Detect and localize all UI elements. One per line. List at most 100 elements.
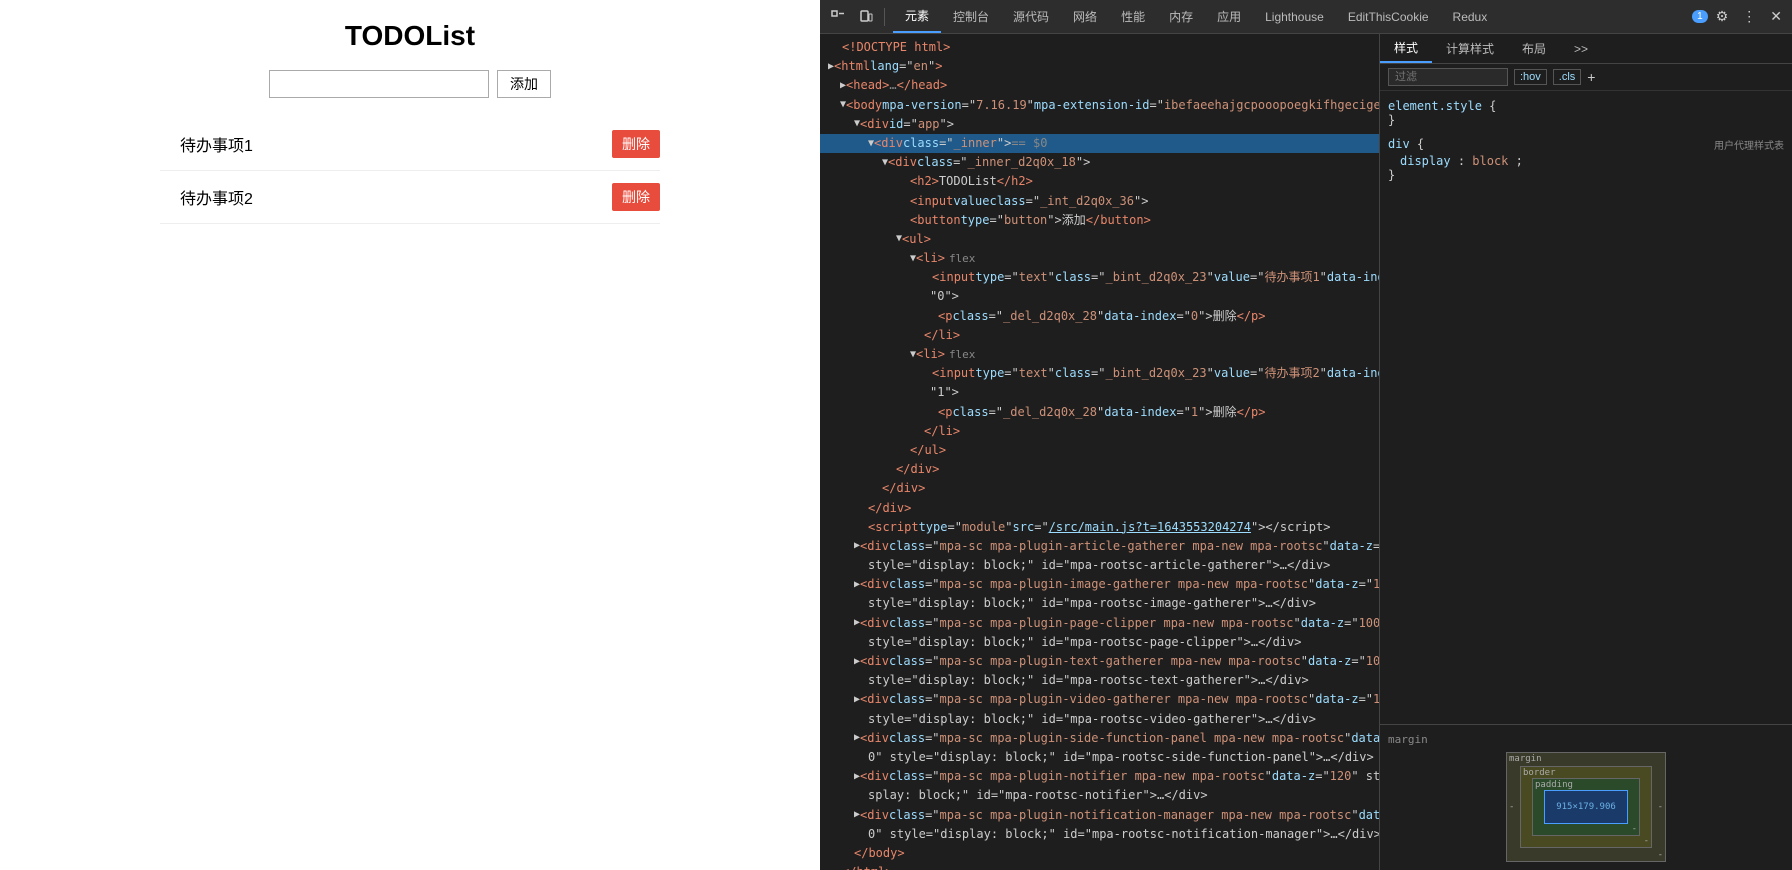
- app-panel: TODOList 添加 待办事项1 删除 待办事项2 删除: [0, 0, 820, 870]
- element-style-selector: element.style {: [1388, 99, 1784, 113]
- dom-line-mpa6[interactable]: ▶ <div class =" mpa-sc mpa-plugin-side-f…: [820, 729, 1379, 748]
- dom-line-body[interactable]: ▼ <body mpa-version =" 7.16.19 " mpa-ext…: [820, 96, 1379, 115]
- dom-line-ul[interactable]: ▼ <ul>: [820, 230, 1379, 249]
- add-button[interactable]: 添加: [497, 70, 551, 98]
- tab-lighthouse[interactable]: Lighthouse: [1253, 0, 1336, 33]
- styles-content: element.style { } div {: [1380, 91, 1792, 724]
- todo-input[interactable]: [269, 70, 489, 98]
- dom-line-div-inner[interactable]: ▼ <div class =" _inner "> == $0: [820, 134, 1379, 153]
- dom-line-div-inner2[interactable]: ▼ <div class =" _inner_d2q0x_18 ">: [820, 153, 1379, 172]
- todo-item-1: 待办事项1 删除: [160, 118, 660, 171]
- devtools-main: <!DOCTYPE html> ▶ <html lang =" en " > ▶…: [820, 34, 1792, 870]
- devtools-tabs: 元素 控制台 源代码 网络 性能 内存 应用 Lighthouse EditTh…: [893, 0, 1499, 33]
- tab-network[interactable]: 网络: [1061, 0, 1109, 33]
- dom-line-li1-input[interactable]: <input type =" text " class =" _bint_d2q…: [820, 268, 1379, 287]
- filter-hov-button[interactable]: :hov: [1514, 69, 1547, 85]
- filter-plus-button[interactable]: +: [1587, 69, 1595, 85]
- tab-console[interactable]: 控制台: [941, 0, 1001, 33]
- dom-line-input[interactable]: <input value class =" _int_d2q0x_36 ">: [820, 192, 1379, 211]
- settings-icon[interactable]: ⚙: [1710, 4, 1735, 29]
- div-rule-selector: div {: [1388, 137, 1424, 154]
- dom-line-li2-close: </li>: [820, 422, 1379, 441]
- todo-list: 待办事项1 删除 待办事项2 删除: [160, 118, 660, 224]
- dom-line-mpa8-style: 0" style="display: block;" id="mpa-roots…: [820, 825, 1379, 844]
- delete-button-1[interactable]: 删除: [612, 130, 660, 158]
- devtools-toolbar: 元素 控制台 源代码 网络 性能 内存 应用 Lighthouse EditTh…: [820, 0, 1792, 34]
- todo-item-2: 待办事项2 删除: [160, 171, 660, 224]
- dom-line-mpa3[interactable]: ▶ <div class =" mpa-sc mpa-plugin-page-c…: [820, 614, 1379, 633]
- dom-line-mpa4[interactable]: ▶ <div class =" mpa-sc mpa-plugin-text-g…: [820, 652, 1379, 671]
- styles-panel: 样式 计算样式 布局 >> :hov .cls + element.style …: [1380, 34, 1792, 870]
- inspect-icon[interactable]: [824, 5, 852, 29]
- dom-line-mpa1[interactable]: ▶ <div class =" mpa-sc mpa-plugin-articl…: [820, 537, 1379, 556]
- dom-line-li1-close: </li>: [820, 326, 1379, 345]
- dom-line-li1-p[interactable]: <p class =" _del_d2q0x_28 " data-index =…: [820, 307, 1379, 326]
- filter-cls-button[interactable]: .cls: [1553, 69, 1582, 85]
- app-title: TODOList: [345, 20, 475, 52]
- tab-application[interactable]: 应用: [1205, 0, 1253, 33]
- margin-dash-bottom: -: [1658, 850, 1663, 860]
- todo-item-text-1: 待办事项1: [180, 132, 612, 156]
- dom-line-html[interactable]: ▶ <html lang =" en " >: [820, 57, 1379, 76]
- toolbar-separator: [884, 8, 885, 26]
- border-label: border: [1523, 768, 1556, 778]
- dom-line-mpa5[interactable]: ▶ <div class =" mpa-sc mpa-plugin-video-…: [820, 690, 1379, 709]
- dom-line-body-close: </body>: [820, 844, 1379, 863]
- padding-label: padding: [1535, 780, 1573, 790]
- div-rule-close: }: [1388, 168, 1784, 182]
- dom-line-mpa4-style: style="display: block;" id="mpa-rootsc-t…: [820, 671, 1379, 690]
- margin-dash-left: -: [1509, 802, 1514, 812]
- dom-line-doctype: <!DOCTYPE html>: [820, 38, 1379, 57]
- dom-line-button[interactable]: <button type =" button "> 添加 </button>: [820, 211, 1379, 230]
- tab-computed-styles[interactable]: 计算样式: [1432, 34, 1508, 63]
- tab-sources[interactable]: 源代码: [1001, 0, 1061, 33]
- dom-line-li2-input[interactable]: <input type =" text " class =" _bint_d2q…: [820, 364, 1379, 383]
- dom-line-mpa2-style: style="display: block;" id="mpa-rootsc-i…: [820, 594, 1379, 613]
- more-options-icon[interactable]: ⋮: [1736, 4, 1762, 29]
- dom-line-app-close: </div>: [820, 499, 1379, 518]
- border-dash: -: [1644, 836, 1649, 846]
- styles-filter-input[interactable]: [1388, 68, 1508, 86]
- dom-line-head[interactable]: ▶ <head> … </head>: [820, 76, 1379, 95]
- todo-input-row: 添加: [269, 70, 551, 98]
- dom-line-li2-input-cont: "1">: [820, 383, 1379, 402]
- dom-line-mpa7[interactable]: ▶ <div class =" mpa-sc mpa-plugin-notifi…: [820, 767, 1379, 786]
- div-style-rule: div { 用户代理样式表 display : block ; }: [1388, 137, 1784, 182]
- dom-line-mpa3-style: style="display: block;" id="mpa-rootsc-p…: [820, 633, 1379, 652]
- dom-line-mpa7-style: splay: block;" id="mpa-rootsc-notifier">…: [820, 786, 1379, 805]
- styles-toolbar: 样式 计算样式 布局 >>: [1380, 34, 1792, 64]
- tab-editthiscookie[interactable]: EditThisCookie: [1336, 0, 1441, 33]
- dom-line-html-close: </html>: [820, 863, 1379, 870]
- todo-item-text-2: 待办事项2: [180, 185, 612, 209]
- dom-line-h2[interactable]: <h2> TODOList </h2>: [820, 172, 1379, 191]
- devtools-toolbar-right: 1 ⚙ ⋮ ✕: [1692, 4, 1788, 29]
- delete-button-2[interactable]: 删除: [612, 183, 660, 211]
- dom-line-script[interactable]: <script type =" module " src =" /src/mai…: [820, 518, 1379, 537]
- dom-line-li2-p[interactable]: <p class =" _del_d2q0x_28 " data-index =…: [820, 403, 1379, 422]
- tab-memory[interactable]: 内存: [1157, 0, 1205, 33]
- dom-line-li2[interactable]: ▼ <li> flex: [820, 345, 1379, 364]
- dom-line-innerdiv-close: </div>: [820, 460, 1379, 479]
- box-model: margin margin - - - border -: [1380, 724, 1792, 870]
- dom-line-mpa8[interactable]: ▶ <div class =" mpa-sc mpa-plugin-notifi…: [820, 806, 1379, 825]
- dom-line-mpa5-style: style="display: block;" id="mpa-rootsc-v…: [820, 710, 1379, 729]
- device-toggle-icon[interactable]: [852, 5, 880, 29]
- tab-styles[interactable]: 样式: [1380, 34, 1432, 63]
- dom-panel[interactable]: <!DOCTYPE html> ▶ <html lang =" en " > ▶…: [820, 34, 1380, 870]
- dom-line-div-app[interactable]: ▼ <div id =" app ">: [820, 115, 1379, 134]
- tab-layout[interactable]: 布局: [1508, 34, 1560, 63]
- close-devtools-icon[interactable]: ✕: [1764, 4, 1788, 29]
- tab-elements[interactable]: 元素: [893, 0, 941, 33]
- div-rule-source: 用户代理样式表: [1714, 137, 1784, 152]
- devtools-panel: 元素 控制台 源代码 网络 性能 内存 应用 Lighthouse EditTh…: [820, 0, 1792, 870]
- box-content-layer: 915×179.906: [1544, 790, 1628, 824]
- script-src-link[interactable]: /src/main.js?t=1643553204274: [1049, 518, 1251, 537]
- dom-line-li1[interactable]: ▼ <li> flex: [820, 249, 1379, 268]
- tab-redux[interactable]: Redux: [1441, 0, 1500, 33]
- dom-line-ul-close: </ul>: [820, 441, 1379, 460]
- margin-label: margin: [1509, 754, 1542, 764]
- dom-line-mpa1-style: style="display: block;" id="mpa-rootsc-a…: [820, 556, 1379, 575]
- dom-line-mpa2[interactable]: ▶ <div class =" mpa-sc mpa-plugin-image-…: [820, 575, 1379, 594]
- tab-performance[interactable]: 性能: [1109, 0, 1157, 33]
- tab-more-styles[interactable]: >>: [1560, 34, 1602, 63]
